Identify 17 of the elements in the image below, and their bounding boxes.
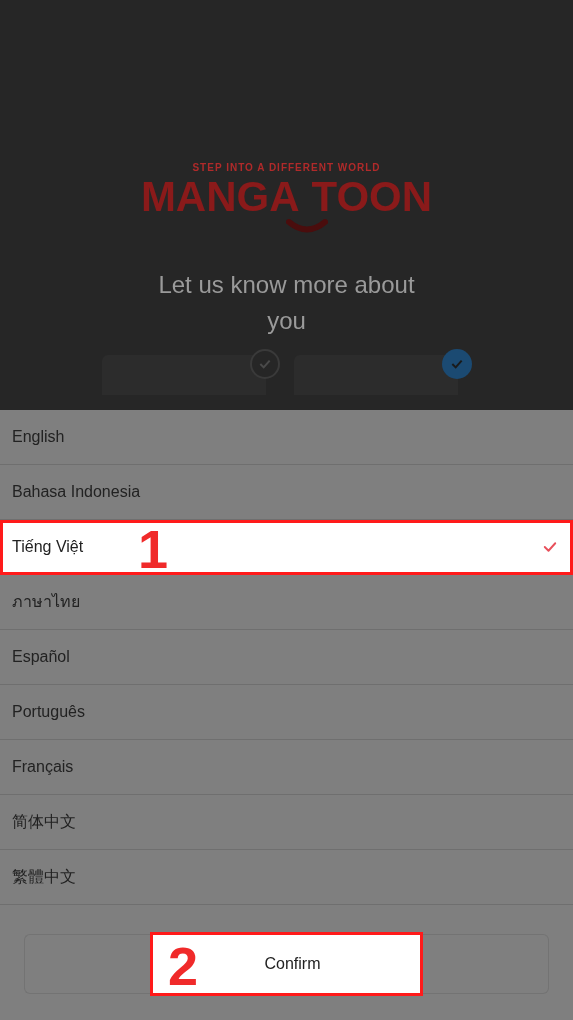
language-option[interactable]: 繁體中文 [0, 850, 573, 905]
language-option[interactable]: ภาษาไทย [0, 575, 573, 630]
language-option[interactable]: Tiếng Việt 1 [0, 520, 573, 575]
smile-icon [285, 219, 328, 233]
heading: Let us know more about you [157, 270, 416, 336]
language-option[interactable]: 简体中文 [0, 795, 573, 850]
annotation-number: 2 [168, 939, 199, 993]
language-option[interactable]: Français [0, 740, 573, 795]
tagline: STEP INTO A DIFFERENT WORLD [192, 161, 381, 175]
logo-text: TOON [311, 175, 433, 219]
option-card[interactable] [101, 355, 266, 395]
language-option[interactable]: Español [0, 630, 573, 685]
logo-text: MANGA [140, 175, 300, 219]
option-card[interactable] [293, 355, 458, 395]
language-option[interactable]: English [0, 410, 573, 465]
language-option[interactable]: Português [0, 685, 573, 740]
annotation-number: 1 [138, 522, 169, 576]
